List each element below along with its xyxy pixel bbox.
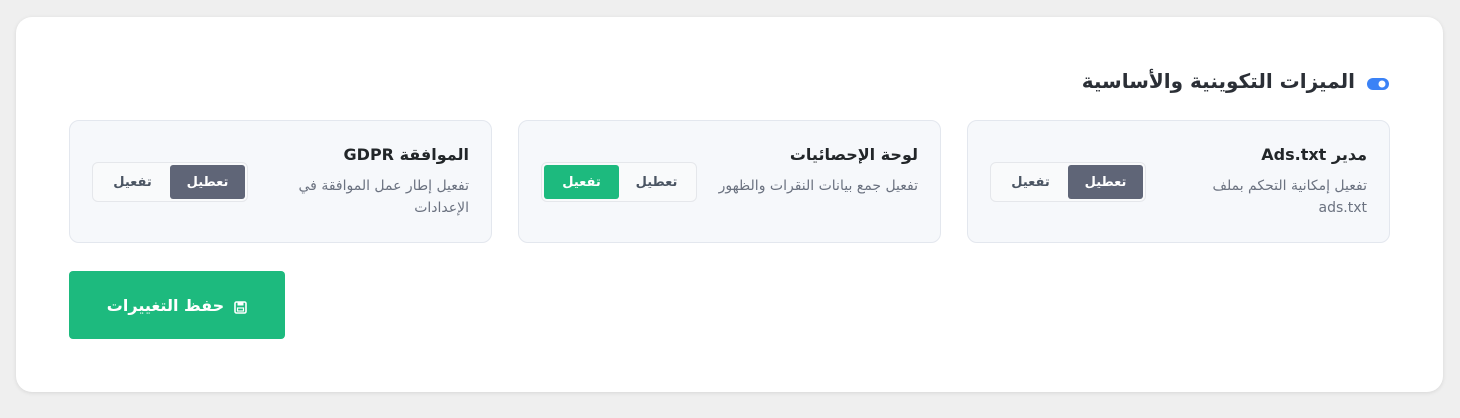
feature-info: مدير Ads.txt تفعيل إمكانية التحكم بملف a… bbox=[1167, 145, 1367, 219]
enable-button[interactable]: تفعيل bbox=[95, 165, 170, 199]
toggle-icon bbox=[1367, 75, 1389, 90]
gdpr-toggle: تعطيل تفعيل bbox=[92, 162, 248, 202]
ads-txt-toggle: تعطيل تفعيل bbox=[990, 162, 1146, 202]
section-title: الميزات التكوينية والأساسية bbox=[1081, 69, 1355, 93]
feature-card-gdpr: الموافقة GDPR تفعيل إطار عمل الموافقة في… bbox=[69, 120, 492, 243]
feature-info: الموافقة GDPR تفعيل إطار عمل الموافقة في… bbox=[269, 145, 469, 219]
enable-button[interactable]: تفعيل bbox=[993, 165, 1068, 199]
feature-card-stats: لوحة الإحصائيات تفعيل جمع بيانات النقرات… bbox=[518, 120, 941, 243]
settings-card: الميزات التكوينية والأساسية مدير Ads.txt… bbox=[16, 17, 1443, 392]
features-row: مدير Ads.txt تفعيل إمكانية التحكم بملف a… bbox=[69, 120, 1390, 243]
section-header: الميزات التكوينية والأساسية bbox=[1082, 69, 1389, 93]
feature-title: لوحة الإحصائيات bbox=[789, 145, 918, 164]
feature-title: مدير Ads.txt bbox=[1261, 145, 1367, 164]
feature-info: لوحة الإحصائيات تفعيل جمع بيانات النقرات… bbox=[718, 145, 918, 197]
disable-button[interactable]: تعطيل bbox=[619, 165, 694, 199]
disable-button[interactable]: تعطيل bbox=[1068, 165, 1143, 199]
feature-title: الموافقة GDPR bbox=[343, 145, 469, 164]
disable-button[interactable]: تعطيل bbox=[170, 165, 245, 199]
feature-card-ads-txt: مدير Ads.txt تفعيل إمكانية التحكم بملف a… bbox=[967, 120, 1390, 243]
stats-toggle: تعطيل تفعيل bbox=[541, 162, 697, 202]
save-changes-button[interactable]: حفظ التغييرات bbox=[69, 271, 285, 339]
feature-description: تفعيل إمكانية التحكم بملف ads.txt bbox=[1212, 178, 1367, 216]
feature-description: تفعيل جمع بيانات النقرات والظهور bbox=[718, 178, 918, 194]
enable-button[interactable]: تفعيل bbox=[544, 165, 619, 199]
save-icon bbox=[234, 299, 247, 314]
feature-description: تفعيل إطار عمل الموافقة في الإعدادات bbox=[298, 178, 469, 216]
save-button-label: حفظ التغييرات bbox=[106, 295, 225, 315]
